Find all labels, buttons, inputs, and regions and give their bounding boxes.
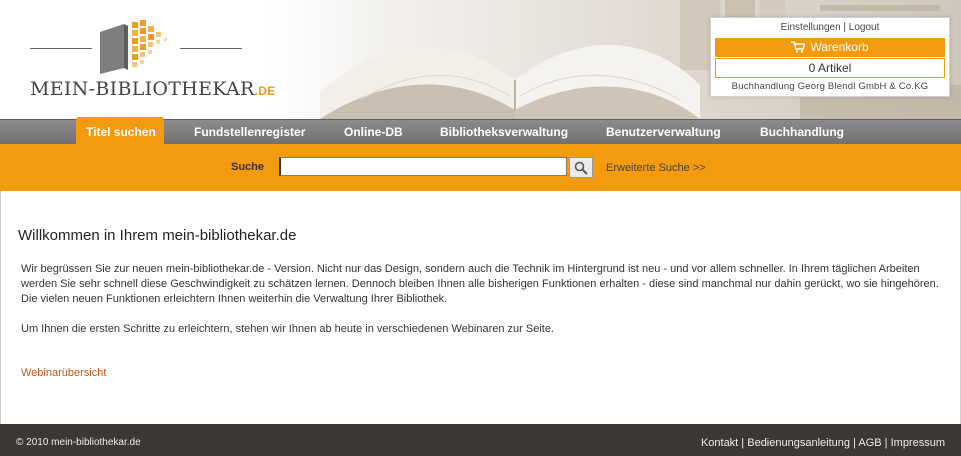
footer-link-kontakt[interactable]: Kontakt bbox=[701, 437, 738, 449]
search-label: Suche bbox=[231, 161, 265, 173]
cart-icon bbox=[791, 41, 806, 53]
footer-link-bedienungsanleitung[interactable]: Bedienungsanleitung bbox=[747, 437, 850, 449]
account-links: Einstellungen | Logout bbox=[711, 22, 949, 33]
footer-link-agb[interactable]: AGB bbox=[858, 437, 881, 449]
logout-link[interactable]: Logout bbox=[849, 22, 880, 33]
logo-main-text: MEIN-BIBLIOTHEKAR bbox=[30, 78, 255, 100]
cart-button[interactable]: Warenkorb bbox=[715, 38, 945, 57]
logo-text: MEIN-BIBLIOTHEKAR.DE bbox=[30, 78, 276, 100]
nav-tab-titel-suchen[interactable]: Titel suchen bbox=[76, 117, 164, 145]
footer-links: Kontakt | Bedienungsanleitung | AGB | Im… bbox=[701, 437, 945, 449]
logo[interactable]: MEIN-BIBLIOTHEKAR.DE bbox=[26, 14, 275, 106]
footer-separator: | bbox=[738, 437, 748, 449]
search-bar: Suche Erweiterte Suche >> bbox=[0, 144, 961, 191]
page-title: Willkommen in Ihrem mein-bibliothekar.de bbox=[18, 227, 297, 244]
nav-tab-bibliotheksverwaltung[interactable]: Bibliotheksverwaltung bbox=[440, 120, 568, 145]
search-icon bbox=[574, 161, 588, 175]
nav-tab-online-db[interactable]: Online-DB bbox=[344, 120, 403, 145]
store-name: Buchhandlung Georg Blendl GmbH & Co.KG bbox=[731, 81, 929, 92]
advanced-search-link[interactable]: Erweiterte Suche >> bbox=[606, 162, 706, 174]
account-separator: | bbox=[840, 22, 849, 33]
book-logo-icon bbox=[100, 20, 167, 74]
intro-paragraph-1: Wir begrüssen Sie zur neuen mein-bibliot… bbox=[21, 263, 939, 290]
logo-line-left bbox=[30, 48, 92, 49]
intro-text: Wir begrüssen Sie zur neuen mein-bibliot… bbox=[21, 262, 941, 337]
copyright: © 2010 mein-bibliothekar.de bbox=[16, 437, 141, 448]
footer: © 2010 mein-bibliothekar.de Kontakt | Be… bbox=[0, 424, 961, 456]
footer-link-impressum[interactable]: Impressum bbox=[891, 437, 945, 449]
webinar-overview-link[interactable]: Webinarübersicht bbox=[21, 367, 106, 379]
intro-paragraph-3: Um Ihnen die ersten Schritte zu erleicht… bbox=[21, 323, 554, 335]
main-content: Willkommen in Ihrem mein-bibliothekar.de… bbox=[0, 191, 961, 424]
nav-tab-benutzerverwaltung[interactable]: Benutzerverwaltung bbox=[606, 120, 721, 145]
nav-tab-buchhandlung[interactable]: Buchhandlung bbox=[760, 120, 844, 145]
main-nav: Titel suchen Fundstellenregister Online-… bbox=[0, 117, 961, 145]
settings-link[interactable]: Einstellungen bbox=[781, 22, 841, 33]
logo-line-right bbox=[180, 48, 242, 49]
search-input[interactable] bbox=[279, 157, 567, 176]
logo-tld-text: .DE bbox=[254, 84, 276, 98]
cart-count: 0 Artikel bbox=[715, 58, 945, 78]
intro-paragraph-2: Die vielen neuen Funktionen erleichtern … bbox=[21, 293, 448, 305]
cart-label: Warenkorb bbox=[810, 40, 869, 54]
account-box: Einstellungen | Logout Warenkorb 0 Artik… bbox=[710, 17, 950, 97]
header: MEIN-BIBLIOTHEKAR.DE Einstellungen | Log… bbox=[0, 0, 961, 119]
search-button[interactable] bbox=[569, 157, 593, 178]
nav-tab-fundstellenregister[interactable]: Fundstellenregister bbox=[194, 120, 305, 145]
footer-separator: | bbox=[881, 437, 891, 449]
